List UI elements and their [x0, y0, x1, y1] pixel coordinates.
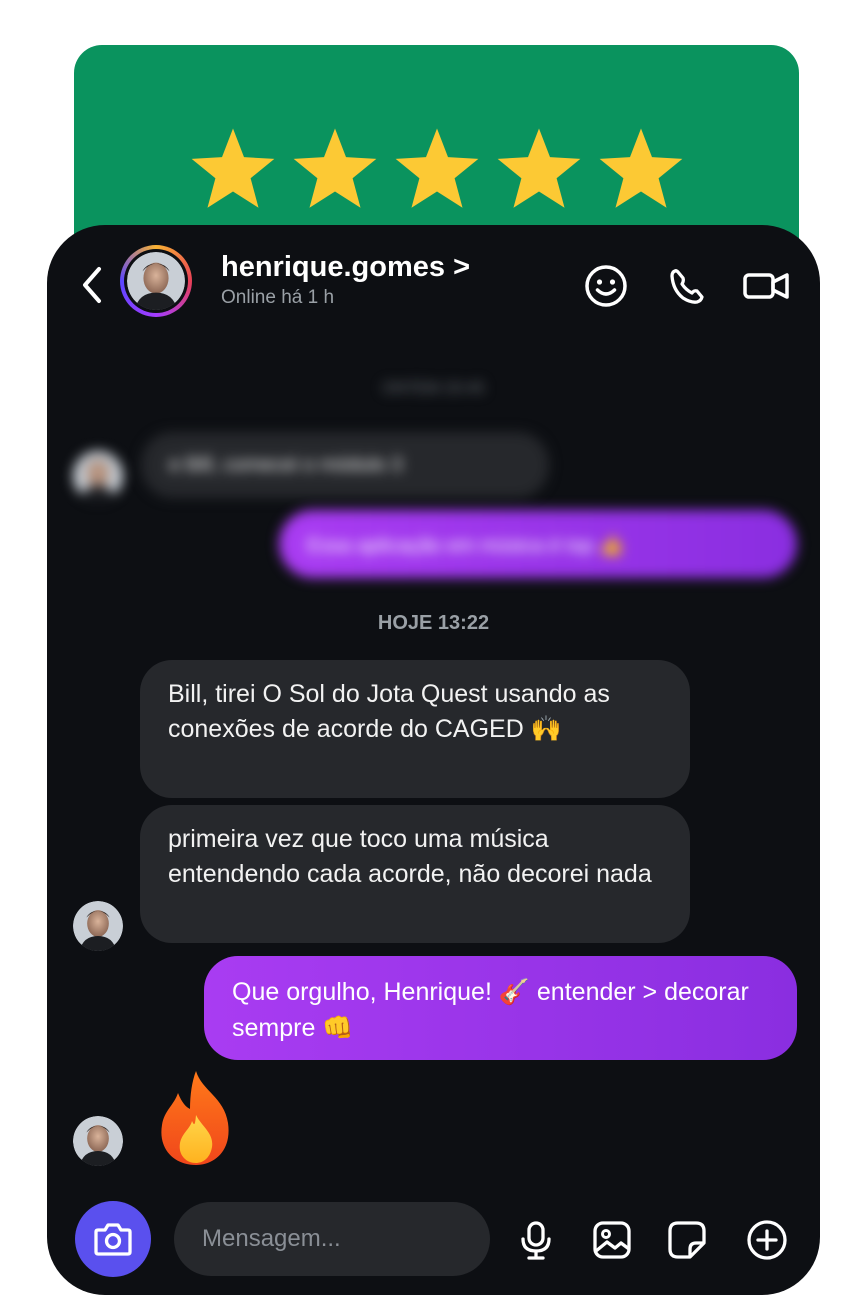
date-divider-today: HOJE 13:22 [377, 612, 490, 634]
star-icon [291, 125, 379, 213]
avatar[interactable] [120, 245, 192, 317]
online-status: Online há 1 h [221, 287, 335, 308]
plus-icon[interactable] [745, 1218, 789, 1262]
video-camera-icon[interactable] [742, 263, 792, 309]
star-icon [495, 125, 583, 213]
star-icon [189, 125, 277, 213]
chevron-right-icon: > [453, 251, 470, 283]
message-bubble-outgoing[interactable]: Que orgulho, Henrique! 🎸 entender > deco… [204, 956, 797, 1060]
sender-avatar [73, 901, 123, 951]
sender-avatar [73, 1116, 123, 1166]
chat-header: henrique.gomes > Online há 1 h [47, 225, 820, 335]
date-divider-earlier: ONTEM 20:45 [382, 380, 485, 397]
message-bubble-incoming[interactable]: Bill, tirei O Sol do Jota Quest usando a… [140, 660, 690, 798]
profile-photo [127, 252, 185, 310]
message-bubble-outgoing-earlier[interactable]: Essa aplicação em música é top 👍 [279, 510, 797, 578]
contact-name[interactable]: henrique.gomes > [221, 251, 470, 284]
microphone-icon[interactable] [514, 1218, 558, 1262]
star-rating [74, 125, 799, 213]
message-bubble-incoming-earlier[interactable]: e Bill, comecei o módulo 3 [141, 432, 549, 498]
message-input[interactable] [174, 1202, 490, 1276]
message-bubble-incoming[interactable]: primeira vez que toco uma música entende… [140, 805, 690, 943]
sticker-icon[interactable] [665, 1218, 709, 1262]
star-icon [597, 125, 685, 213]
phone-icon[interactable] [664, 263, 710, 309]
contact-username: henrique.gomes [221, 251, 445, 283]
fire-icon[interactable] [150, 1067, 242, 1167]
chat-screen: henrique.gomes > Online há 1 h ONTEM 20:… [47, 225, 820, 1295]
sender-avatar [73, 451, 123, 501]
camera-icon [94, 1223, 132, 1256]
gallery-icon[interactable] [590, 1218, 634, 1262]
back-chevron-icon[interactable] [77, 265, 107, 305]
star-icon [393, 125, 481, 213]
camera-button[interactable] [75, 1201, 151, 1277]
emoji-face-icon[interactable] [583, 263, 629, 309]
